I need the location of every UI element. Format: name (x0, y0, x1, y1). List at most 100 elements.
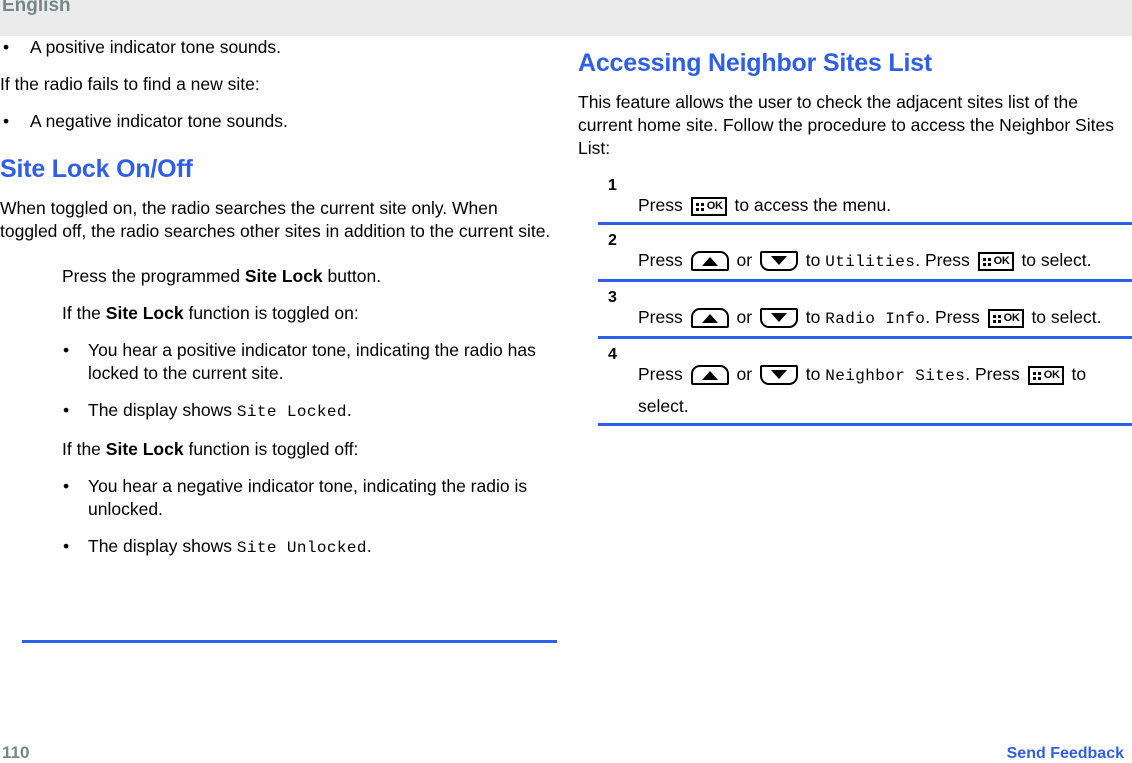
header-language-label: English (2, 0, 71, 16)
up-arrow-key-icon[interactable] (690, 251, 729, 271)
menu-item-neighbor-sites: Neighbor Sites (825, 367, 966, 385)
display-shows-prefix: The display shows (88, 400, 237, 420)
step-seg-text: Press (638, 250, 688, 270)
step-seg-text: Press (638, 364, 688, 384)
bullet-icon: • (63, 400, 70, 420)
step-seg-text: . Press (925, 307, 985, 327)
list-item-text: A negative indicator tone sounds. (30, 111, 288, 131)
ok-menu-key-icon[interactable]: OK (987, 309, 1024, 328)
page-footer: 110 Send Feedback (0, 735, 1132, 762)
procedure-step: 1 Press OK to access the menu. (578, 178, 1132, 233)
menu-grid-glyph (1032, 372, 1042, 382)
menu-grid-glyph (695, 203, 705, 213)
display-message-site-unlocked: Site Unlocked (236, 539, 367, 557)
step-divider-rule (598, 336, 1132, 339)
step-text: Press OK to access the menu. (638, 178, 1132, 220)
down-arrow-key-icon[interactable] (759, 251, 798, 271)
step-seg-text: Press (638, 307, 688, 327)
step-seg-text: . Press (915, 250, 975, 270)
running-header-band: English (0, 0, 1132, 36)
send-feedback-link[interactable]: Send Feedback (1007, 745, 1124, 763)
up-triangle-glyph (701, 314, 718, 323)
step-seg-text: to (800, 250, 826, 270)
down-arrow-key-icon[interactable] (759, 308, 798, 328)
procedure-step: 4 Press or to Neighbor Sites. Press OK t… (578, 347, 1132, 434)
list-item: • The display shows Site Locked. (62, 399, 558, 424)
display-shows-suffix: . (346, 400, 352, 420)
bullet-icon: • (63, 536, 70, 556)
right-column: Accessing Neighbor Sites List This featu… (578, 36, 1132, 434)
step-seg-text: or (731, 307, 757, 327)
site-lock-term: Site Lock (105, 439, 184, 459)
section-end-rule (22, 640, 557, 643)
ok-key-label: OK (1043, 369, 1060, 381)
step-divider-rule (598, 423, 1132, 426)
page-number: 110 (2, 743, 30, 762)
toggled-off-suffix: function is toggled off: (183, 439, 359, 459)
section-heading-site-lock: Site Lock On/Off (0, 155, 193, 183)
menu-grid-glyph (982, 258, 992, 268)
carryover-paragraph: If the radio fails to find a new site: (0, 74, 260, 94)
press-site-lock-button-step: Press the programmed Site Lock button. (62, 265, 558, 288)
toggled-off-lead-in: If the Site Lock function is toggled off… (62, 438, 558, 461)
list-item-text: A positive indicator tone sounds. (30, 37, 281, 57)
step-text: Press or to Radio Info. Press OK to sele… (638, 290, 1132, 334)
up-arrow-key-icon[interactable] (690, 365, 729, 385)
toggled-off-prefix: If the (62, 439, 106, 459)
press-suffix-text: button. (322, 266, 382, 286)
site-lock-term: Site Lock (105, 303, 184, 323)
step-seg-text: to access the menu. (729, 195, 892, 215)
list-item: • A negative indicator tone sounds. (0, 110, 558, 133)
section-intro-paragraph: When toggled on, the radio searches the … (0, 198, 551, 241)
ok-key-label: OK (993, 255, 1010, 267)
list-item-text: The display shows Site Locked. (88, 399, 558, 424)
list-item-text: You hear a positive indicator tone, indi… (88, 340, 536, 383)
down-triangle-glyph (770, 256, 787, 265)
site-lock-procedure-block: Press the programmed Site Lock button. I… (62, 265, 558, 560)
down-arrow-key-icon[interactable] (759, 365, 798, 385)
display-shows-suffix: . (366, 536, 372, 556)
display-message-site-locked: Site Locked (236, 403, 347, 421)
procedure-step-list: 1 Press OK to access the menu. 2 Press o… (578, 178, 1132, 434)
step-seg-text: to (800, 364, 826, 384)
step-number: 3 (608, 289, 617, 306)
up-triangle-glyph (701, 371, 718, 380)
step-number: 2 (608, 232, 617, 249)
step-seg-text: to (800, 307, 826, 327)
ok-menu-key-icon[interactable]: OK (690, 197, 727, 216)
left-column: • A positive indicator tone sounds. If t… (0, 36, 558, 643)
up-arrow-key-icon[interactable] (690, 308, 729, 328)
down-triangle-glyph (770, 313, 787, 322)
up-triangle-glyph (701, 257, 718, 266)
step-divider-rule (598, 279, 1132, 282)
procedure-step: 3 Press or to Radio Info. Press OK to se… (578, 290, 1132, 347)
step-number: 4 (608, 346, 617, 363)
ok-key-label: OK (706, 200, 723, 212)
menu-item-radio-info: Radio Info (825, 310, 926, 328)
step-seg-text: Press (638, 195, 688, 215)
step-seg-text: or (731, 250, 757, 270)
list-item: • A positive indicator tone sounds. (0, 36, 558, 59)
ok-menu-key-icon[interactable]: OK (1027, 366, 1064, 385)
procedure-step: 2 Press or to Utilities. Press OK to sel… (578, 233, 1132, 290)
toggled-on-prefix: If the (62, 303, 106, 323)
step-number: 1 (608, 177, 617, 194)
down-triangle-glyph (770, 370, 787, 379)
ok-key-label: OK (1003, 312, 1020, 324)
neighbor-sites-intro: This feature allows the user to check th… (578, 92, 1114, 158)
bullet-icon: • (63, 340, 70, 360)
bullet-icon: • (3, 111, 10, 131)
list-item: • The display shows Site Unlocked. (62, 535, 558, 560)
menu-grid-glyph (992, 315, 1002, 325)
press-prefix-text: Press the programmed (62, 266, 245, 286)
ok-menu-key-icon[interactable]: OK (977, 252, 1014, 271)
menu-item-utilities: Utilities (825, 253, 916, 271)
bullet-icon: • (3, 37, 10, 57)
step-seg-text: to select. (1016, 250, 1092, 270)
section-heading-neighbor-sites: Accessing Neighbor Sites List (578, 49, 933, 77)
page-body: • A positive indicator tone sounds. If t… (0, 36, 1132, 726)
list-item-text: The display shows Site Unlocked. (88, 535, 558, 560)
step-text: Press or to Neighbor Sites. Press OK to … (638, 347, 1132, 421)
step-seg-text: . Press (965, 364, 1025, 384)
step-text: Press or to Utilities. Press OK to selec… (638, 233, 1132, 277)
